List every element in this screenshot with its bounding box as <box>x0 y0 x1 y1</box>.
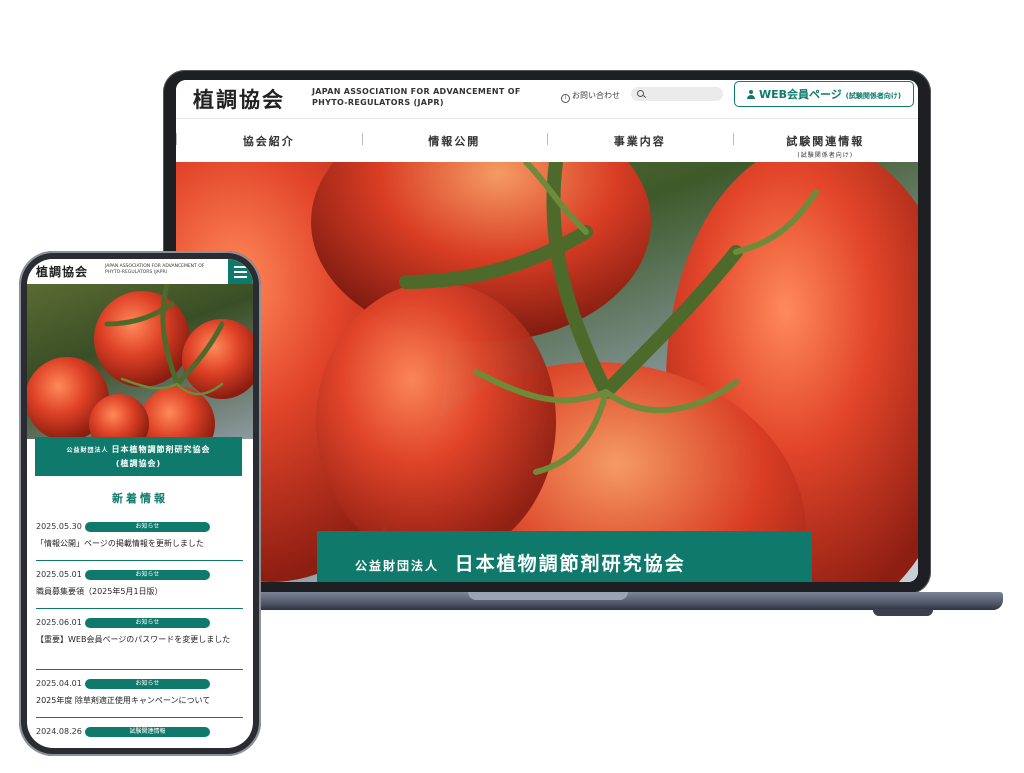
search-icon <box>637 90 644 97</box>
news-item[interactable]: 2024.08.26 試験関連情報 <box>36 727 243 747</box>
news-date: 2025.05.01 <box>36 570 82 579</box>
mobile-tomatoes-illustration <box>27 284 253 439</box>
news-category-badge[interactable]: お知らせ <box>85 570 210 580</box>
info-circle-icon: i <box>561 94 570 103</box>
user-icon <box>746 90 755 99</box>
nav-item-about[interactable]: 協会紹介 <box>176 119 362 163</box>
nav-item-disclosure[interactable]: 情報公開 <box>361 119 548 163</box>
news-section-title: 新着情報 <box>112 492 168 505</box>
nav-item-trials[interactable]: 試験関連情報 (試験関係者向け) <box>732 119 919 163</box>
web-member-button[interactable]: WEB会員ページ (試験関係者向け) <box>734 81 914 107</box>
news-date: 2025.06.01 <box>36 618 82 627</box>
news-category-badge[interactable]: お知らせ <box>85 618 210 628</box>
news-title[interactable]: 2025年度 除草剤適正使用キャンペーンについて <box>36 695 243 707</box>
hero-image <box>176 162 918 582</box>
news-date: 2024.08.26 <box>36 727 82 736</box>
mobile-site-logo[interactable]: 植調協会 <box>36 263 88 280</box>
mobile-hero-image <box>27 284 253 439</box>
news-date: 2025.05.30 <box>36 522 82 531</box>
news-date: 2025.04.01 <box>36 679 82 688</box>
hamburger-menu-icon[interactable] <box>228 259 253 284</box>
site-logo[interactable]: 植調協会 <box>193 84 285 114</box>
news-category-badge[interactable]: 試験関連情報 <box>85 727 210 737</box>
mobile-site-logo-english: JAPAN ASSOCIATION FOR ADVANCEMENT OF PHY… <box>105 264 205 275</box>
contact-link[interactable]: i お問い合わせ <box>561 90 620 103</box>
news-item[interactable]: 2025.04.01 お知らせ 2025年度 除草剤適正使用キャンペーンについて <box>36 679 243 718</box>
phone-screen: 植調協会 JAPAN ASSOCIATION FOR ADVANCEMENT O… <box>27 259 253 748</box>
news-category-badge[interactable]: お知らせ <box>85 522 210 532</box>
site-header: 植調協会 JAPAN ASSOCIATION FOR ADVANCEMENT O… <box>176 80 918 118</box>
news-item[interactable]: 2025.05.30 お知らせ 「情報公開」ページの掲載情報を更新しました <box>36 522 243 561</box>
hero-banner: 公益財団法人 日本植物調節剤研究協会 <box>317 531 812 582</box>
laptop-foot <box>873 609 933 616</box>
news-item[interactable]: 2025.06.01 お知らせ 【重要】WEB会員ページのパスワードを変更しまし… <box>36 618 243 670</box>
news-title[interactable]: 職員募集要領（2025年5月1日版） <box>36 586 243 598</box>
news-item[interactable]: 2025.05.01 お知らせ 職員募集要領（2025年5月1日版） <box>36 570 243 609</box>
tomatoes-illustration <box>176 162 918 582</box>
site-logo-english: JAPAN ASSOCIATION FOR ADVANCEMENT OF PHY… <box>312 87 521 107</box>
mobile-hero-banner: 公益財団法人 日本植物調節剤研究協会 (植調協会) <box>35 437 242 476</box>
main-nav: 協会紹介 情報公開 事業内容 試験関連情報 (試験関係者向け) <box>176 118 918 163</box>
mobile-header: 植調協会 JAPAN ASSOCIATION FOR ADVANCEMENT O… <box>27 259 253 284</box>
nav-item-business[interactable]: 事業内容 <box>547 119 733 163</box>
news-title[interactable]: 「情報公開」ページの掲載情報を更新しました <box>36 538 243 550</box>
news-title[interactable]: 【重要】WEB会員ページのパスワードを変更しました <box>36 634 243 646</box>
news-category-badge[interactable]: お知らせ <box>85 679 210 689</box>
laptop-screen: 植調協会 JAPAN ASSOCIATION FOR ADVANCEMENT O… <box>176 80 918 582</box>
search-input[interactable] <box>631 87 723 101</box>
laptop-notch <box>468 592 628 600</box>
